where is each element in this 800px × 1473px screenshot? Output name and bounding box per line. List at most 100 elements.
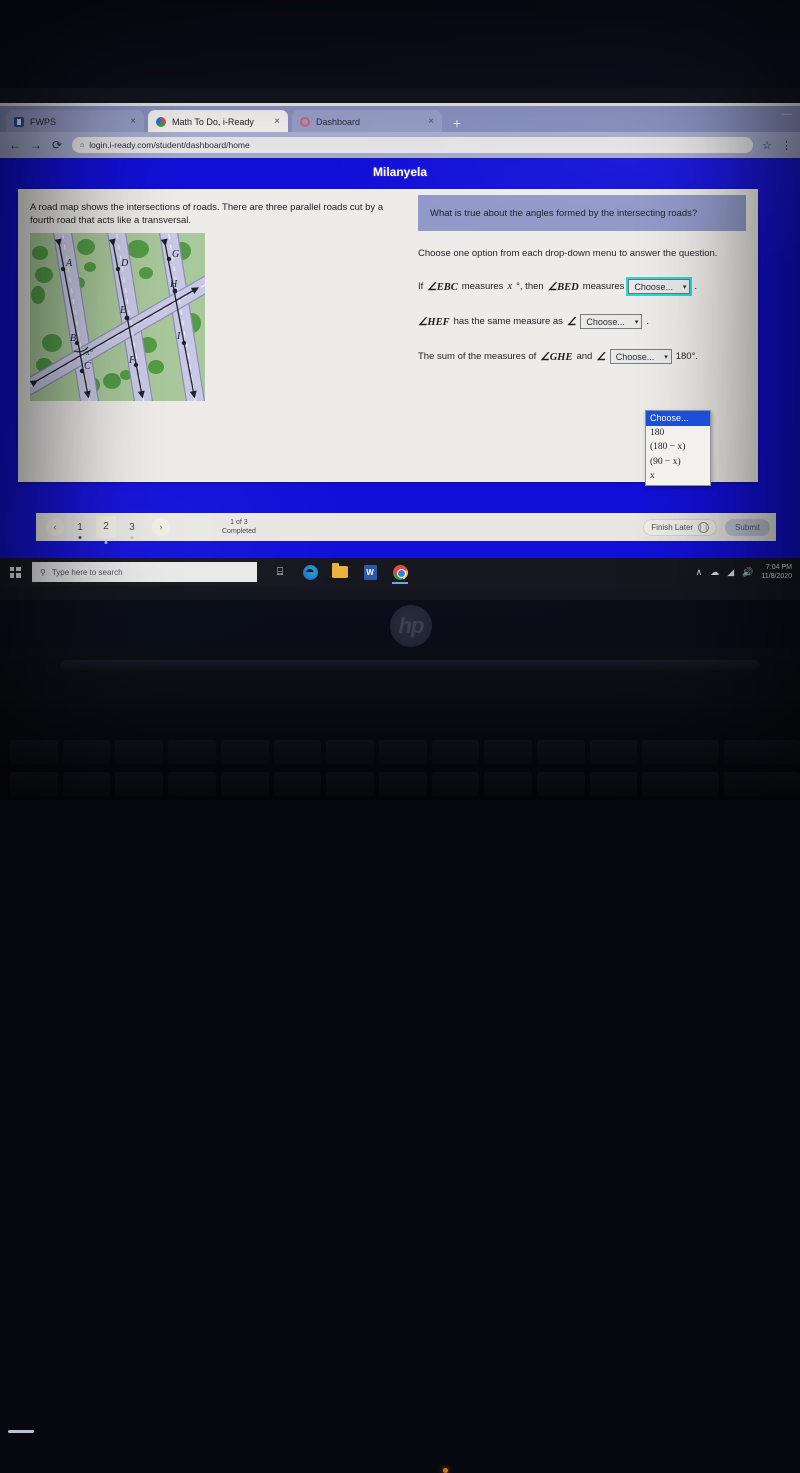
- progress-count: 1 of 3: [230, 519, 248, 526]
- instruction-text: Choose one option from each drop-down me…: [418, 248, 718, 259]
- laptop-screen: FWPS × Math To Do, i-Ready × Dashboard ×…: [0, 103, 800, 586]
- dropdown-row-3[interactable]: Choose... ▾: [609, 349, 672, 364]
- task-view-icon[interactable]: ⌸: [265, 558, 295, 586]
- volume-icon[interactable]: 🔊: [742, 567, 753, 578]
- key: [537, 740, 585, 764]
- dropdown-row-2[interactable]: Choose... ▾: [580, 314, 643, 329]
- network-icon[interactable]: ◢: [727, 567, 734, 578]
- svg-text:x°: x°: [85, 348, 94, 357]
- clock-time: 7:04 PM: [765, 563, 792, 571]
- progress-indicator: 1 of 3 Completed: [222, 518, 256, 536]
- dropdown-option-180-minus-x[interactable]: (180 − x): [646, 440, 710, 455]
- key: [10, 740, 58, 764]
- pause-icon: ❘❘: [698, 521, 710, 533]
- key: [168, 740, 216, 764]
- key: [62, 740, 111, 764]
- dropdown-row-1[interactable]: Choose... ▾: [626, 277, 693, 296]
- key: [220, 772, 269, 796]
- tray-chevron-icon[interactable]: ∧: [696, 567, 703, 578]
- taskbar-search-input[interactable]: ⚲ Type here to search: [32, 562, 257, 582]
- key: [115, 740, 164, 764]
- prev-page-button[interactable]: ‹: [46, 518, 64, 536]
- keyboard-function-row: [10, 740, 800, 764]
- question-row-2: ∠HEF has the same measure as ∠ Choose...…: [418, 314, 748, 329]
- key: [10, 772, 58, 796]
- chrome-icon[interactable]: [385, 558, 415, 586]
- key: [378, 740, 427, 764]
- finish-later-button[interactable]: Finish Later ❘❘: [643, 518, 718, 536]
- page-button-1[interactable]: 1: [70, 522, 90, 539]
- bookmark-star-icon[interactable]: ☆: [762, 139, 772, 152]
- tab-title: FWPS: [30, 116, 56, 127]
- next-page-button[interactable]: ›: [152, 518, 170, 536]
- key: [326, 740, 374, 764]
- minimize-button[interactable]: —: [781, 108, 792, 120]
- dropdown-value: Choose...: [634, 281, 673, 292]
- submit-button[interactable]: Submit: [725, 518, 770, 536]
- fwps-icon: [14, 116, 24, 127]
- clock-date: 11/8/2020: [761, 573, 792, 580]
- row1-angle-bed: ∠BED: [547, 281, 579, 293]
- browser-tab-math-to-do[interactable]: Math To Do, i-Ready ×: [148, 110, 288, 133]
- browser-tab-dashboard[interactable]: Dashboard ×: [292, 110, 442, 133]
- row2-angle-symbol: ∠: [566, 316, 577, 328]
- dropdown-option-90-minus-x[interactable]: (90 − x): [646, 455, 710, 470]
- dropdown-option-180[interactable]: 180: [646, 426, 710, 441]
- row3-angle-symbol: ∠: [596, 351, 606, 363]
- key: [326, 772, 374, 796]
- browser-toolbar: ← → ⟳ ⌂ login.i-ready.com/student/dashbo…: [0, 132, 800, 158]
- address-bar[interactable]: ⌂ login.i-ready.com/student/dashboard/ho…: [72, 137, 754, 153]
- question-row-1: If ∠EBC measures x °, then ∠BED measures…: [418, 277, 748, 296]
- dropdown-value: Choose...: [615, 351, 655, 362]
- browser-menu-icon[interactable]: ⋮: [781, 139, 792, 152]
- start-button[interactable]: [0, 558, 30, 586]
- close-icon[interactable]: ×: [130, 116, 136, 127]
- key: [115, 772, 164, 796]
- page-button-3[interactable]: 3: [122, 522, 142, 539]
- reload-icon[interactable]: ⟳: [51, 138, 63, 152]
- browser-tab-fwps[interactable]: FWPS ×: [6, 110, 144, 133]
- word-icon[interactable]: W: [355, 558, 385, 586]
- row2-angle-hef: ∠HEF: [418, 316, 450, 328]
- row3-angle-ghe: ∠GHE: [540, 351, 573, 363]
- forward-icon[interactable]: →: [30, 138, 42, 152]
- close-icon[interactable]: ×: [428, 116, 434, 127]
- row3-prefix: The sum of the measures of: [418, 351, 537, 362]
- svg-text:F: F: [128, 355, 136, 366]
- question-row-3: The sum of the measures of ∠GHE and ∠ Ch…: [418, 349, 748, 364]
- right-panel: What is true about the angles formed by …: [418, 195, 748, 364]
- page-status-dot: [130, 535, 134, 539]
- photo-scene: FWPS × Math To Do, i-Ready × Dashboard ×…: [0, 0, 800, 1473]
- key: [589, 740, 638, 764]
- onedrive-icon[interactable]: ☁: [710, 567, 719, 578]
- key: [431, 740, 480, 764]
- row1-mid: measures: [461, 281, 504, 292]
- hp-logo: hp: [390, 605, 432, 647]
- dropdown-option-x[interactable]: x: [646, 469, 710, 484]
- dropdown-option-choose[interactable]: Choose...: [646, 411, 710, 426]
- status-led: [443, 1468, 448, 1473]
- close-icon[interactable]: ×: [274, 116, 280, 127]
- edge-icon[interactable]: [295, 558, 325, 586]
- new-tab-button[interactable]: +: [450, 115, 464, 131]
- iready-app: Milanyela A road map shows the intersect…: [0, 158, 800, 586]
- chevron-down-icon: ▾: [634, 318, 639, 326]
- system-tray: ∧ ☁ ◢ 🔊 7:04 PM 11/8/2020: [696, 563, 800, 582]
- back-icon[interactable]: ←: [9, 138, 21, 152]
- lesson-prompt: A road map shows the intersections of ro…: [30, 202, 384, 226]
- file-explorer-icon[interactable]: [325, 558, 355, 586]
- row3-tail: 180°.: [675, 351, 699, 362]
- svg-text:A: A: [65, 258, 73, 269]
- url-text: login.i-ready.com/student/dashboard/home: [89, 140, 250, 150]
- key: [273, 740, 322, 764]
- app-header: Milanyela: [0, 158, 800, 186]
- page-button-2[interactable]: 2: [96, 516, 116, 544]
- clock[interactable]: 7:04 PM 11/8/2020: [761, 563, 792, 582]
- angle-measure-dropdown-list[interactable]: Choose... 180 (180 − x) (90 − x) x: [645, 410, 711, 486]
- browser-tab-strip: FWPS × Math To Do, i-Ready × Dashboard ×…: [0, 106, 800, 133]
- dropdown-value: Choose...: [586, 316, 625, 327]
- svg-text:D: D: [120, 258, 129, 269]
- row1-suffix: measures: [582, 281, 625, 292]
- iready-icon: [156, 116, 166, 127]
- key: [484, 740, 533, 764]
